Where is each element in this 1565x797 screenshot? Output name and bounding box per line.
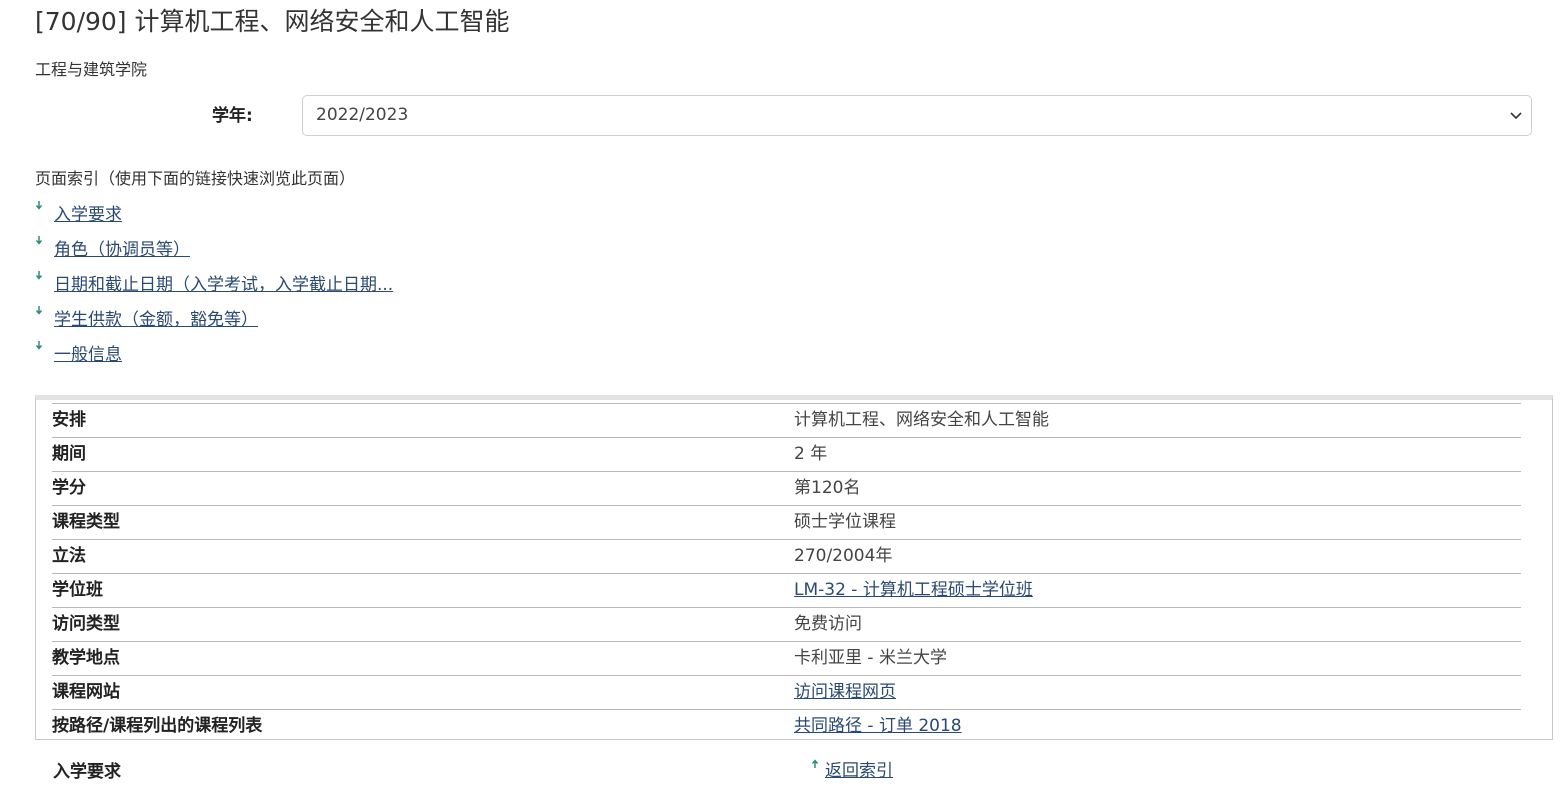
table-row: 课程网站 访问课程网页: [52, 675, 1521, 710]
chevron-down-icon: [1510, 112, 1522, 120]
course-info-box: 安排 计算机工程、网络安全和人工智能 期间 2 年 学分 第120名 课程类型 …: [35, 395, 1553, 744]
table-row: 课程类型 硕士学位课程: [52, 505, 1521, 540]
row-key: 访问类型: [52, 607, 794, 642]
row-value: 卡利亚里 - 米兰大学: [794, 641, 1521, 676]
row-value: 270/2004年: [794, 539, 1521, 574]
row-value-cell: 访问课程网页: [794, 675, 1521, 710]
row-value: 第120名: [794, 471, 1521, 506]
index-link-dates[interactable]: 日期和截止日期（入学考试，入学截止日期...: [54, 275, 393, 295]
index-link-roles[interactable]: 角色（协调员等）: [54, 240, 190, 260]
table-row: 学分 第120名: [52, 471, 1521, 506]
row-key: 期间: [52, 437, 794, 472]
row-key: 立法: [52, 539, 794, 574]
table-row: 学位班 LM-32 - 计算机工程硕士学位班: [52, 573, 1521, 608]
table-row: 安排 计算机工程、网络安全和人工智能: [52, 403, 1521, 438]
academic-year-value: 2022/2023: [316, 105, 409, 125]
table-row: 期间 2 年: [52, 437, 1521, 472]
page: [70/90] 计算机工程、网络安全和人工智能 工程与建筑学院 学年: 2022…: [0, 0, 1565, 797]
row-value-cell: LM-32 - 计算机工程硕士学位班: [794, 573, 1521, 608]
row-value: 2 年: [794, 437, 1521, 472]
table-row: 按路径/课程列出的课程列表 共同路径 - 订单 2018: [52, 709, 1521, 744]
index-item-admission: 入学要求: [35, 200, 393, 235]
arrow-down-icon: [35, 201, 43, 210]
row-key: 教学地点: [52, 641, 794, 676]
school-name: 工程与建筑学院: [35, 60, 148, 79]
index-item-general: 一般信息: [35, 340, 393, 375]
row-key: 学位班: [52, 573, 794, 608]
course-website-link[interactable]: 访问课程网页: [794, 682, 896, 702]
row-key: 课程网站: [52, 675, 794, 710]
arrow-down-icon: [35, 236, 43, 245]
arrow-down-icon: [35, 341, 43, 350]
table-row: 教学地点 卡利亚里 - 米兰大学: [52, 641, 1521, 676]
row-value: 计算机工程、网络安全和人工智能: [794, 403, 1521, 438]
index-link-admission[interactable]: 入学要求: [54, 205, 122, 225]
index-link-general[interactable]: 一般信息: [54, 345, 122, 365]
back-to-index: 返回索引: [811, 757, 893, 785]
academic-year-select[interactable]: 2022/2023: [302, 95, 1532, 136]
degree-class-link[interactable]: LM-32 - 计算机工程硕士学位班: [794, 580, 1033, 600]
academic-year-label: 学年:: [212, 106, 253, 126]
table-row: 立法 270/2004年: [52, 539, 1521, 574]
row-value: 免费访问: [794, 607, 1521, 642]
page-index-list: 入学要求 角色（协调员等） 日期和截止日期（入学考试，入学截止日期... 学生供…: [35, 200, 393, 375]
course-list-link[interactable]: 共同路径 - 订单 2018: [794, 716, 962, 736]
row-key: 课程类型: [52, 505, 794, 540]
index-link-fees[interactable]: 学生供款（金额，豁免等）: [54, 310, 258, 330]
index-item-dates: 日期和截止日期（入学考试，入学截止日期...: [35, 270, 393, 305]
back-to-index-link[interactable]: 返回索引: [825, 761, 893, 781]
arrow-down-icon: [35, 306, 43, 315]
index-item-fees: 学生供款（金额，豁免等）: [35, 305, 393, 340]
arrow-down-icon: [35, 271, 43, 280]
row-value: 硕士学位课程: [794, 505, 1521, 540]
course-info-table: 安排 计算机工程、网络安全和人工智能 期间 2 年 学分 第120名 课程类型 …: [52, 403, 1521, 744]
page-title: [70/90] 计算机工程、网络安全和人工智能: [35, 7, 510, 36]
admission-section-title: 入学要求: [53, 762, 121, 782]
table-row: 访问类型 免费访问: [52, 607, 1521, 642]
row-key: 学分: [52, 471, 794, 506]
index-item-roles: 角色（协调员等）: [35, 235, 393, 270]
row-value-cell: 共同路径 - 订单 2018: [794, 709, 1521, 744]
arrow-up-icon: [811, 759, 819, 768]
page-index-heading: 页面索引（使用下面的链接快速浏览此页面）: [35, 169, 356, 188]
row-key: 按路径/课程列出的课程列表: [52, 709, 794, 744]
row-key: 安排: [52, 403, 794, 438]
